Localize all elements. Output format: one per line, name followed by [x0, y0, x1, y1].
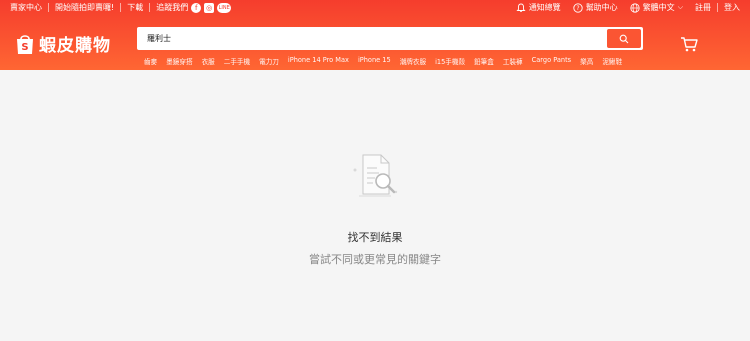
- language-label: 繁體中文: [642, 3, 675, 12]
- suggestion-link[interactable]: 工裝褲: [503, 56, 523, 66]
- suggestion-link[interactable]: 齒麥: [144, 56, 157, 66]
- download-link[interactable]: 下載: [127, 2, 143, 13]
- register-link[interactable]: 註冊: [695, 2, 711, 13]
- divider: [120, 3, 122, 12]
- no-results-title: 找不到結果: [347, 231, 403, 244]
- divider: [717, 3, 718, 12]
- no-results-subtitle: 嘗試不同或更常見的關鍵字: [309, 253, 441, 266]
- suggestion-link[interactable]: 墨鏡穿搭: [166, 56, 192, 66]
- instagram-icon[interactable]: ◎: [204, 2, 215, 13]
- start-selling-link[interactable]: 開始隨拍即賣囉!: [55, 2, 114, 13]
- help-center-label: 幫助中心: [585, 3, 618, 12]
- divider: [149, 3, 151, 12]
- shopping-bag-logo-icon: S: [17, 34, 33, 54]
- search-button[interactable]: [607, 29, 641, 48]
- suggestion-link[interactable]: 二手手機: [224, 56, 250, 66]
- notifications-link[interactable]: 通知總覽: [516, 2, 561, 13]
- no-results-document-icon: [353, 154, 398, 197]
- suggestion-link[interactable]: Cargo Pants: [532, 56, 571, 66]
- language-selector[interactable]: 繁體中文 ⌵: [630, 2, 683, 13]
- line-icon[interactable]: LINE: [217, 2, 232, 13]
- top-bar: 賣家中心 開始隨拍即賣囉! 下載 追蹤我們 f ◎ LINE 通知總覽 ? 幫助…: [0, 0, 750, 15]
- facebook-icon[interactable]: f: [191, 2, 202, 13]
- notifications-label: 通知總覽: [528, 3, 561, 12]
- suggestion-link[interactable]: iPhone 15: [358, 56, 391, 66]
- divider: [48, 3, 49, 12]
- search-icon: [619, 34, 629, 43]
- bell-icon: [516, 3, 526, 12]
- svg-text:?: ?: [576, 5, 579, 12]
- suggestion-link[interactable]: 泥鰍鞋: [602, 56, 622, 66]
- svg-text:S: S: [21, 42, 28, 53]
- chevron-down-icon: ⌵: [677, 3, 683, 11]
- suggestion-link[interactable]: iPhone 14 Pro Max: [288, 56, 349, 66]
- suggestion-link[interactable]: 潮牌衣服: [400, 56, 426, 66]
- empty-results: 找不到結果 嘗試不同或更常見的關鍵字: [0, 150, 750, 267]
- search-suggestions: 齒麥 墨鏡穿搭 衣服 二手手機 電力刀 iPhone 14 Pro Max iP…: [144, 56, 622, 66]
- globe-icon: [630, 2, 640, 13]
- question-icon: ?: [573, 2, 583, 13]
- suggestion-link[interactable]: 鉛筆盒: [474, 56, 494, 66]
- follow-us-label: 追蹤我們: [156, 3, 189, 12]
- search-bar: [137, 27, 643, 50]
- suggestion-link[interactable]: 樂高: [580, 56, 593, 66]
- search-input[interactable]: [139, 29, 607, 48]
- suggestion-link[interactable]: 衣服: [202, 56, 215, 66]
- top-bar-left: 賣家中心 開始隨拍即賣囉! 下載 追蹤我們 f ◎ LINE: [10, 2, 232, 13]
- cart-icon[interactable]: [680, 36, 698, 52]
- header-main: S 蝦皮購物 齒麥 墨鏡穿搭 衣服 二手手機 電力刀 iPhone 14 Pro…: [0, 23, 750, 68]
- brand-logo[interactable]: S 蝦皮購物: [15, 31, 111, 56]
- top-bar-right: 通知總覽 ? 幫助中心 繁體中文 ⌵ 註冊 登入: [504, 2, 740, 13]
- seller-center-link[interactable]: 賣家中心: [10, 2, 42, 13]
- suggestion-link[interactable]: 電力刀: [259, 56, 279, 66]
- login-link[interactable]: 登入: [724, 2, 740, 13]
- suggestion-link[interactable]: i15手機殼: [435, 56, 465, 66]
- help-center-link[interactable]: ? 幫助中心: [573, 2, 618, 13]
- site-header: 賣家中心 開始隨拍即賣囉! 下載 追蹤我們 f ◎ LINE 通知總覽 ? 幫助…: [0, 0, 750, 70]
- brand-name: 蝦皮購物: [39, 36, 111, 56]
